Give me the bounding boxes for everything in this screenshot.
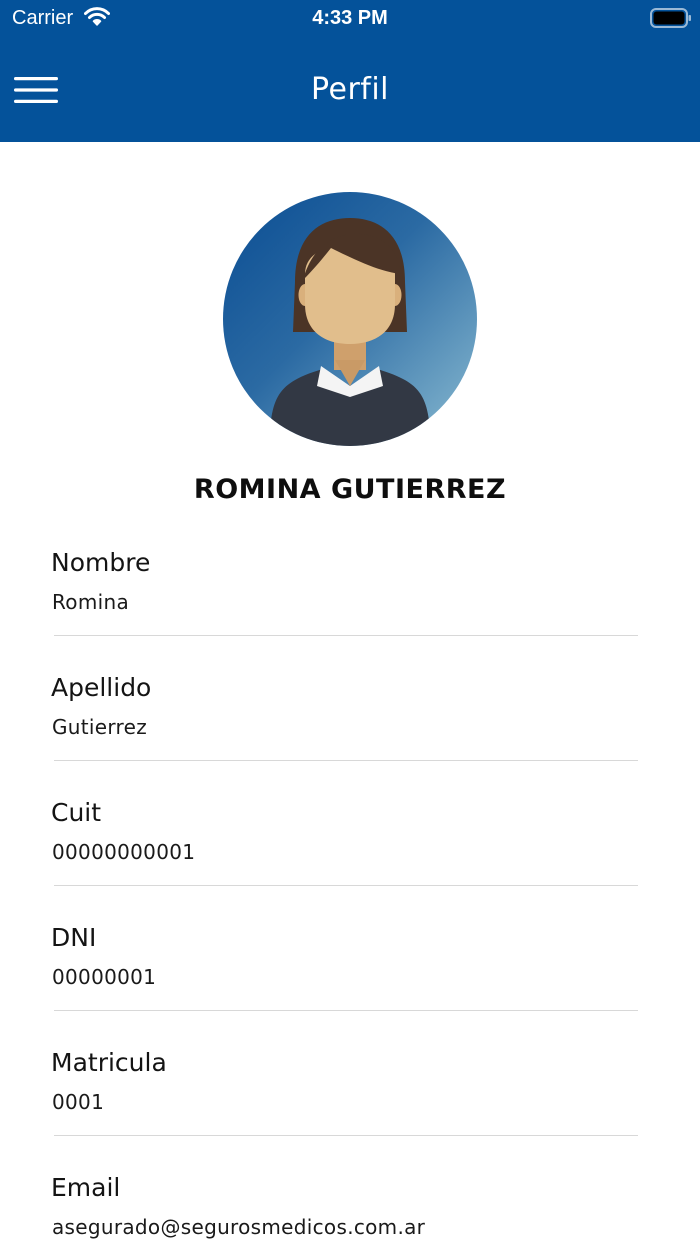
field-label: Apellido — [51, 673, 152, 702]
field-label: Nombre — [51, 548, 151, 577]
field-value: Gutierrez — [52, 715, 148, 739]
app-header: Carrier 4:33 PM Perfil — [0, 0, 700, 142]
profile-full-name: ROMINA GUTIERREZ — [193, 474, 507, 505]
divider — [54, 1135, 638, 1136]
woman-avatar-icon — [223, 192, 477, 446]
divider — [54, 1010, 638, 1011]
field-dni: DNI 00000001 — [0, 921, 700, 1046]
field-cuit: Cuit 00000000001 — [0, 796, 700, 921]
field-value: asegurado@segurosmedicos.com.ar — [52, 1215, 426, 1239]
field-apellido: Apellido Gutierrez — [0, 671, 700, 796]
field-value: Romina — [52, 590, 130, 614]
status-bar: Carrier 4:33 PM — [0, 0, 700, 36]
field-label: Cuit — [51, 798, 102, 827]
battery-icon — [650, 8, 691, 28]
page-title: Perfil — [310, 72, 390, 107]
field-nombre: Nombre Romina — [0, 546, 700, 671]
field-email: Email asegurado@segurosmedicos.com.ar — [0, 1171, 700, 1244]
divider — [54, 885, 638, 886]
field-value: 00000001 — [52, 965, 157, 989]
divider — [54, 635, 638, 636]
field-value: 0001 — [52, 1090, 105, 1114]
field-label: Email — [51, 1173, 121, 1202]
field-label: Matricula — [51, 1048, 167, 1077]
status-time: 4:33 PM — [312, 7, 388, 29]
profile-screen: Carrier 4:33 PM Perfil ROMINA GUTIERREZ … — [0, 0, 700, 1244]
divider — [54, 760, 638, 761]
field-value: 00000000001 — [52, 840, 196, 864]
field-matricula: Matricula 0001 — [0, 1046, 700, 1171]
field-label: DNI — [51, 923, 97, 952]
